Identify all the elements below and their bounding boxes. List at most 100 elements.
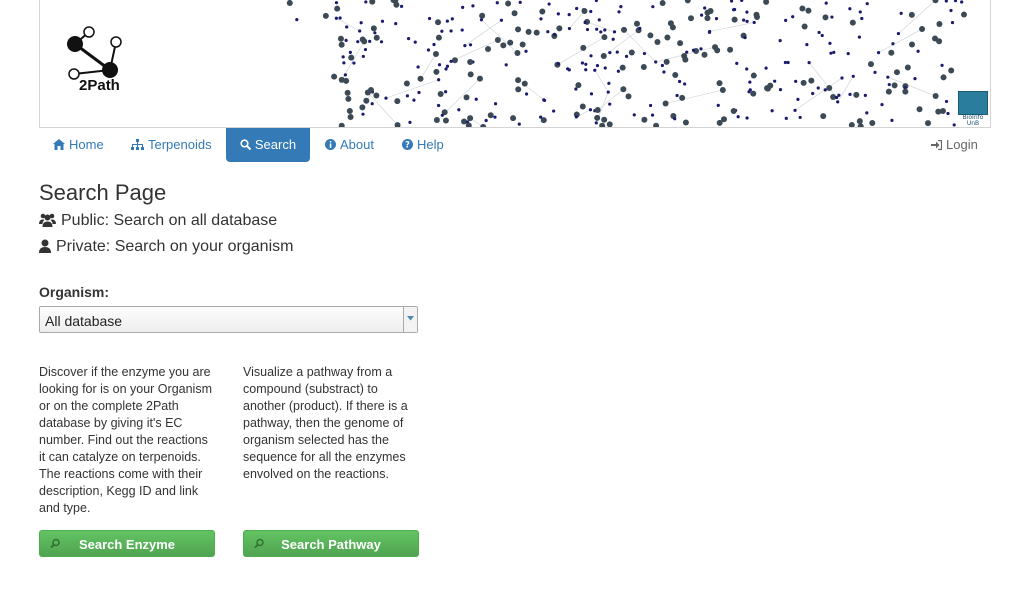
network-node — [487, 112, 494, 119]
nav-about[interactable]: About — [325, 128, 374, 162]
network-node — [750, 72, 757, 79]
network-node — [848, 7, 852, 11]
network-node — [457, 108, 461, 112]
network-node — [677, 40, 684, 47]
network-node — [359, 104, 366, 111]
network-node — [767, 82, 774, 89]
enzyme-description: Discover if the enzyme you are looking f… — [39, 365, 212, 515]
network-node — [505, 0, 512, 7]
bioinfo-logo: BioInfo UnB — [958, 91, 988, 127]
network-node — [417, 90, 421, 95]
network-node — [867, 61, 874, 68]
network-node — [593, 68, 597, 72]
nav-terpenoids[interactable]: Terpenoids — [131, 128, 212, 162]
search-enzyme-button[interactable]: Search Enzyme — [39, 530, 215, 557]
network-node — [701, 51, 708, 58]
nav-login[interactable]: Login — [931, 128, 978, 162]
network-node — [641, 116, 648, 123]
organism-select[interactable]: All database — [39, 306, 418, 333]
network-edge — [665, 89, 723, 104]
select-arrow[interactable] — [403, 307, 417, 332]
nav-help[interactable]: ? Help — [402, 128, 444, 162]
question-icon: ? — [402, 139, 413, 151]
network-node — [463, 94, 470, 101]
network-node — [653, 122, 660, 127]
network-node — [467, 115, 474, 122]
network-node — [599, 30, 603, 34]
network-node — [359, 36, 366, 43]
network-node — [745, 67, 749, 71]
network-node — [426, 48, 431, 52]
nav-search[interactable]: Search — [226, 128, 310, 162]
network-node — [445, 64, 450, 68]
network-node — [822, 14, 829, 21]
network-node — [820, 113, 827, 120]
network-node — [919, 26, 926, 33]
network-node — [675, 93, 679, 98]
network-node — [798, 115, 802, 120]
network-node — [820, 33, 824, 38]
network-node — [664, 34, 671, 41]
network-edge — [594, 70, 609, 93]
network-node — [662, 100, 669, 107]
network-node — [432, 42, 436, 47]
network-node — [607, 81, 611, 85]
network-node — [944, 99, 949, 104]
network-node — [940, 74, 947, 81]
network-node — [589, 54, 593, 58]
network-node — [348, 54, 355, 61]
caret-down-icon — [407, 316, 414, 321]
network-node — [394, 22, 398, 26]
network-node — [583, 20, 587, 25]
network-node — [916, 49, 920, 53]
network-node — [793, 108, 797, 112]
network-node — [369, 0, 376, 5]
network-node — [752, 20, 756, 25]
page-title: Search Page — [39, 180, 167, 205]
network-node — [740, 0, 744, 2]
nav-terpenoids-label: Terpenoids — [148, 137, 212, 152]
network-node — [356, 40, 360, 44]
network-node — [617, 10, 621, 14]
network-node — [405, 94, 410, 98]
network-node — [594, 114, 601, 121]
network-node — [403, 80, 410, 87]
network-node — [745, 19, 749, 24]
network-node — [836, 100, 840, 104]
network-node — [683, 82, 687, 86]
network-node — [435, 34, 442, 41]
network-node — [685, 50, 689, 54]
home-icon — [53, 139, 65, 150]
network-node — [729, 0, 734, 3]
network-node — [736, 115, 740, 119]
network-node — [539, 17, 543, 21]
network-edge — [367, 92, 398, 126]
network-node — [888, 49, 895, 56]
network-node — [908, 11, 915, 18]
network-node — [476, 75, 483, 82]
network-node — [379, 40, 384, 44]
network-node — [500, 42, 507, 49]
network-node — [603, 66, 607, 70]
network-node — [373, 34, 380, 41]
network-node — [619, 64, 626, 71]
network-node — [663, 58, 670, 65]
nav-home[interactable]: Home — [53, 128, 104, 162]
network-node — [784, 116, 788, 120]
network-node — [672, 71, 679, 78]
network-graph-image — [286, 0, 967, 127]
network-node — [735, 61, 739, 65]
network-node — [485, 46, 492, 53]
search-pathway-button[interactable]: Search Pathway — [243, 530, 419, 557]
network-node — [608, 102, 612, 106]
network-node — [642, 51, 647, 56]
private-scope-line: Private: Search on your organism — [39, 238, 293, 256]
main-nav: Home Terpenoids Search About ? Help Login — [39, 128, 989, 162]
network-node — [730, 107, 737, 114]
network-node — [334, 5, 341, 12]
network-node — [584, 62, 588, 66]
network-node — [679, 94, 686, 101]
network-node — [479, 12, 486, 19]
network-node — [579, 103, 586, 110]
network-node — [719, 86, 726, 93]
